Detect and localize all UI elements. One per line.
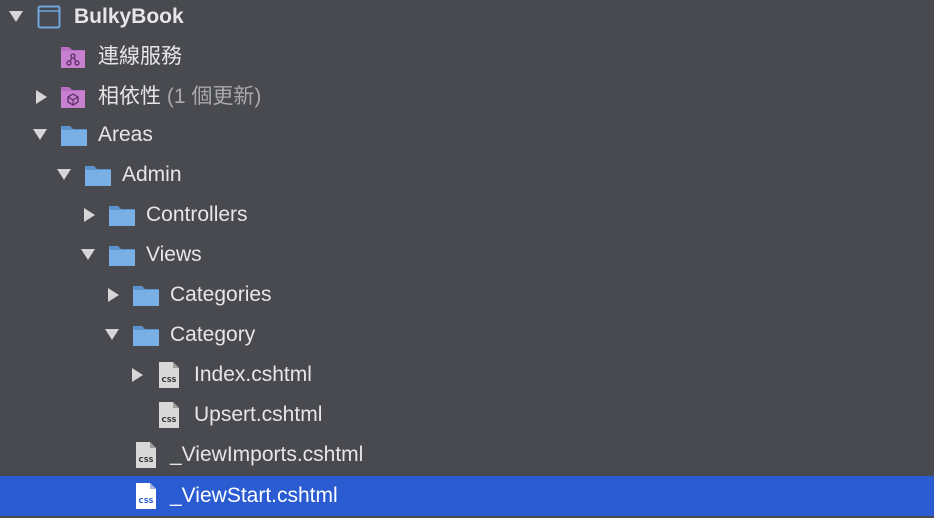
folder-icon [132, 323, 160, 347]
tree-item-views[interactable]: Views [0, 235, 934, 275]
css-file-icon-text: CSS [138, 497, 153, 505]
tree-item-viewstart-cshtml[interactable]: CSS _ViewStart.cshtml [0, 476, 934, 516]
tree-item-areas[interactable]: Areas [0, 115, 934, 155]
folder-icon [108, 203, 136, 227]
chevron-right-icon[interactable] [84, 208, 95, 222]
css-file-icon: CSS [135, 441, 157, 469]
tree-item-project[interactable]: BulkyBook [0, 0, 934, 37]
folder-icon [108, 243, 136, 267]
tree-item-label: Upsert.cshtml [194, 403, 323, 426]
tree-item-controllers[interactable]: Controllers [0, 195, 934, 235]
tree-item-dependencies[interactable]: 相依性 (1 個更新) [0, 77, 934, 117]
tree-item-index-cshtml[interactable]: CSS Index.cshtml [0, 355, 934, 395]
tree-item-viewimports-cshtml[interactable]: CSS _ViewImports.cshtml [0, 435, 934, 475]
tree-item-label: _ViewImports.cshtml [170, 443, 364, 466]
dependencies-label: 相依性 [98, 85, 161, 108]
tree-item-label: Categories [170, 283, 272, 306]
css-file-icon-text: CSS [138, 456, 153, 464]
css-file-icon-text: CSS [161, 376, 176, 384]
chevron-right-icon[interactable] [36, 90, 47, 104]
tree-item-label: Index.cshtml [194, 363, 312, 386]
tree-item-connected-services[interactable]: 連線服務 [0, 37, 934, 77]
tree-item-categories[interactable]: Categories [0, 275, 934, 315]
folder-icon [132, 283, 160, 307]
css-file-icon: CSS [135, 482, 157, 510]
tree-item-label: Areas [98, 123, 153, 146]
chevron-down-icon[interactable] [9, 11, 23, 22]
chevron-down-icon[interactable] [105, 329, 119, 340]
chevron-down-icon[interactable] [57, 169, 71, 180]
css-file-icon: CSS [158, 361, 180, 389]
tree-item-label: 相依性 (1 個更新) [98, 86, 261, 108]
chevron-down-icon[interactable] [33, 129, 47, 140]
tree-item-label: 連線服務 [98, 45, 182, 68]
tree-item-upsert-cshtml[interactable]: CSS Upsert.cshtml [0, 395, 934, 435]
folder-icon [60, 123, 88, 147]
tree-item-label: Category [170, 323, 256, 346]
tree-item-label: Controllers [146, 203, 248, 226]
chevron-right-icon[interactable] [132, 368, 143, 382]
tree-item-admin[interactable]: Admin [0, 155, 934, 195]
solution-explorer-tree: BulkyBook 連線服務 相依性 (1 個更新) Areas Admin C… [0, 0, 934, 518]
tree-item-label: BulkyBook [74, 5, 184, 28]
tree-item-category[interactable]: Category [0, 315, 934, 355]
chevron-down-icon[interactable] [81, 249, 95, 260]
tree-item-label: _ViewStart.cshtml [170, 484, 338, 507]
css-file-icon-text: CSS [161, 416, 176, 424]
css-file-icon: CSS [158, 401, 180, 429]
folder-icon [84, 163, 112, 187]
project-icon [37, 5, 61, 29]
connected-services-icon [60, 44, 86, 70]
tree-item-label: Views [146, 243, 202, 266]
dependencies-icon [60, 84, 86, 110]
chevron-right-icon[interactable] [108, 288, 119, 302]
tree-item-label: Admin [122, 163, 182, 186]
update-count-note: (1 個更新) [166, 85, 262, 108]
